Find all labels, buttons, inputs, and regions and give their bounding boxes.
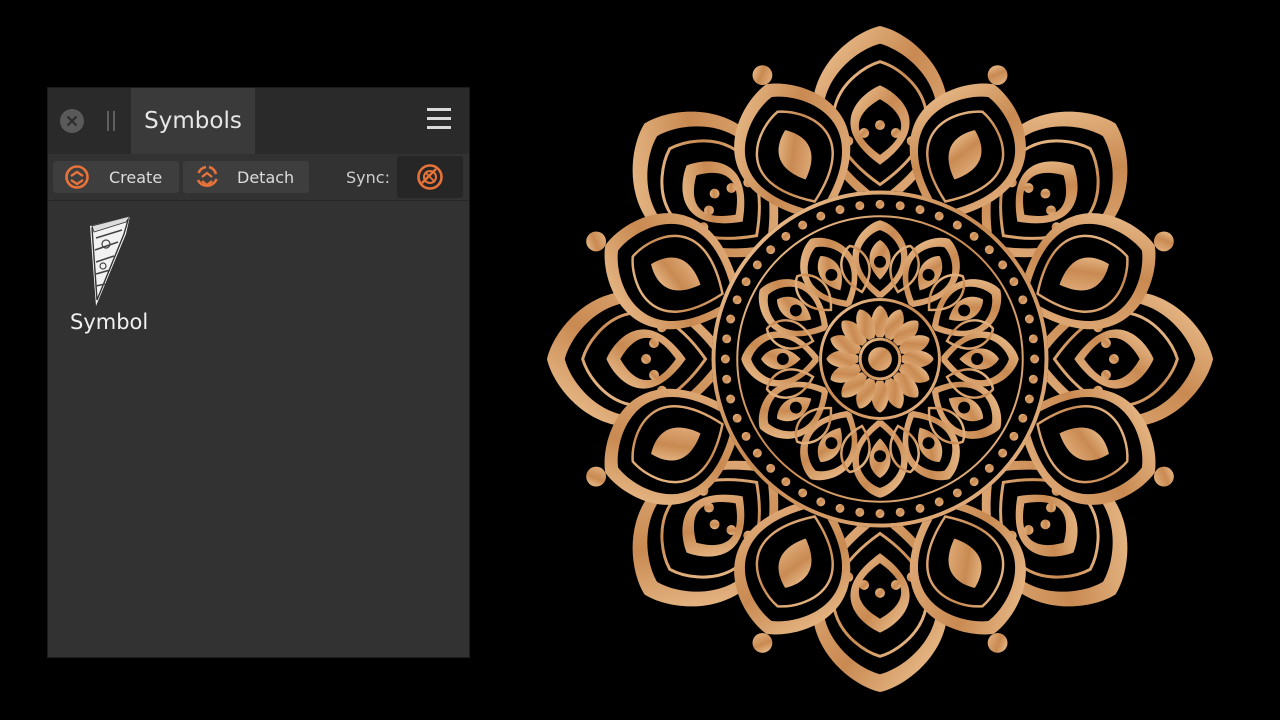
- symbol-item[interactable]: Symbol: [62, 210, 154, 340]
- sync-toggle[interactable]: [397, 156, 463, 198]
- mandala-artwork[interactable]: [543, 22, 1217, 696]
- sync-symbol-icon: [417, 164, 443, 190]
- detach-button[interactable]: Detach: [183, 161, 309, 193]
- detach-button-label: Detach: [237, 168, 295, 187]
- symbols-panel: Symbols Create Detach Sync: Symbol: [47, 87, 470, 658]
- sync-label: Sync:: [346, 168, 390, 187]
- close-icon[interactable]: [60, 109, 84, 133]
- tab-symbols-label: Symbols: [144, 108, 242, 134]
- symbol-thumbnail: [90, 215, 131, 306]
- symbols-toolbar: Create Detach Sync:: [48, 154, 469, 201]
- create-button-label: Create: [109, 168, 163, 187]
- hamburger-menu-icon[interactable]: [427, 108, 451, 132]
- create-symbol-icon: [65, 165, 89, 189]
- tab-symbols[interactable]: Symbols: [131, 88, 255, 154]
- create-button[interactable]: Create: [53, 161, 179, 193]
- panel-titlebar: Symbols: [48, 88, 469, 154]
- symbol-name: Symbol: [70, 310, 149, 334]
- detach-symbol-icon: [196, 165, 218, 188]
- drag-grip-icon[interactable]: [106, 111, 116, 131]
